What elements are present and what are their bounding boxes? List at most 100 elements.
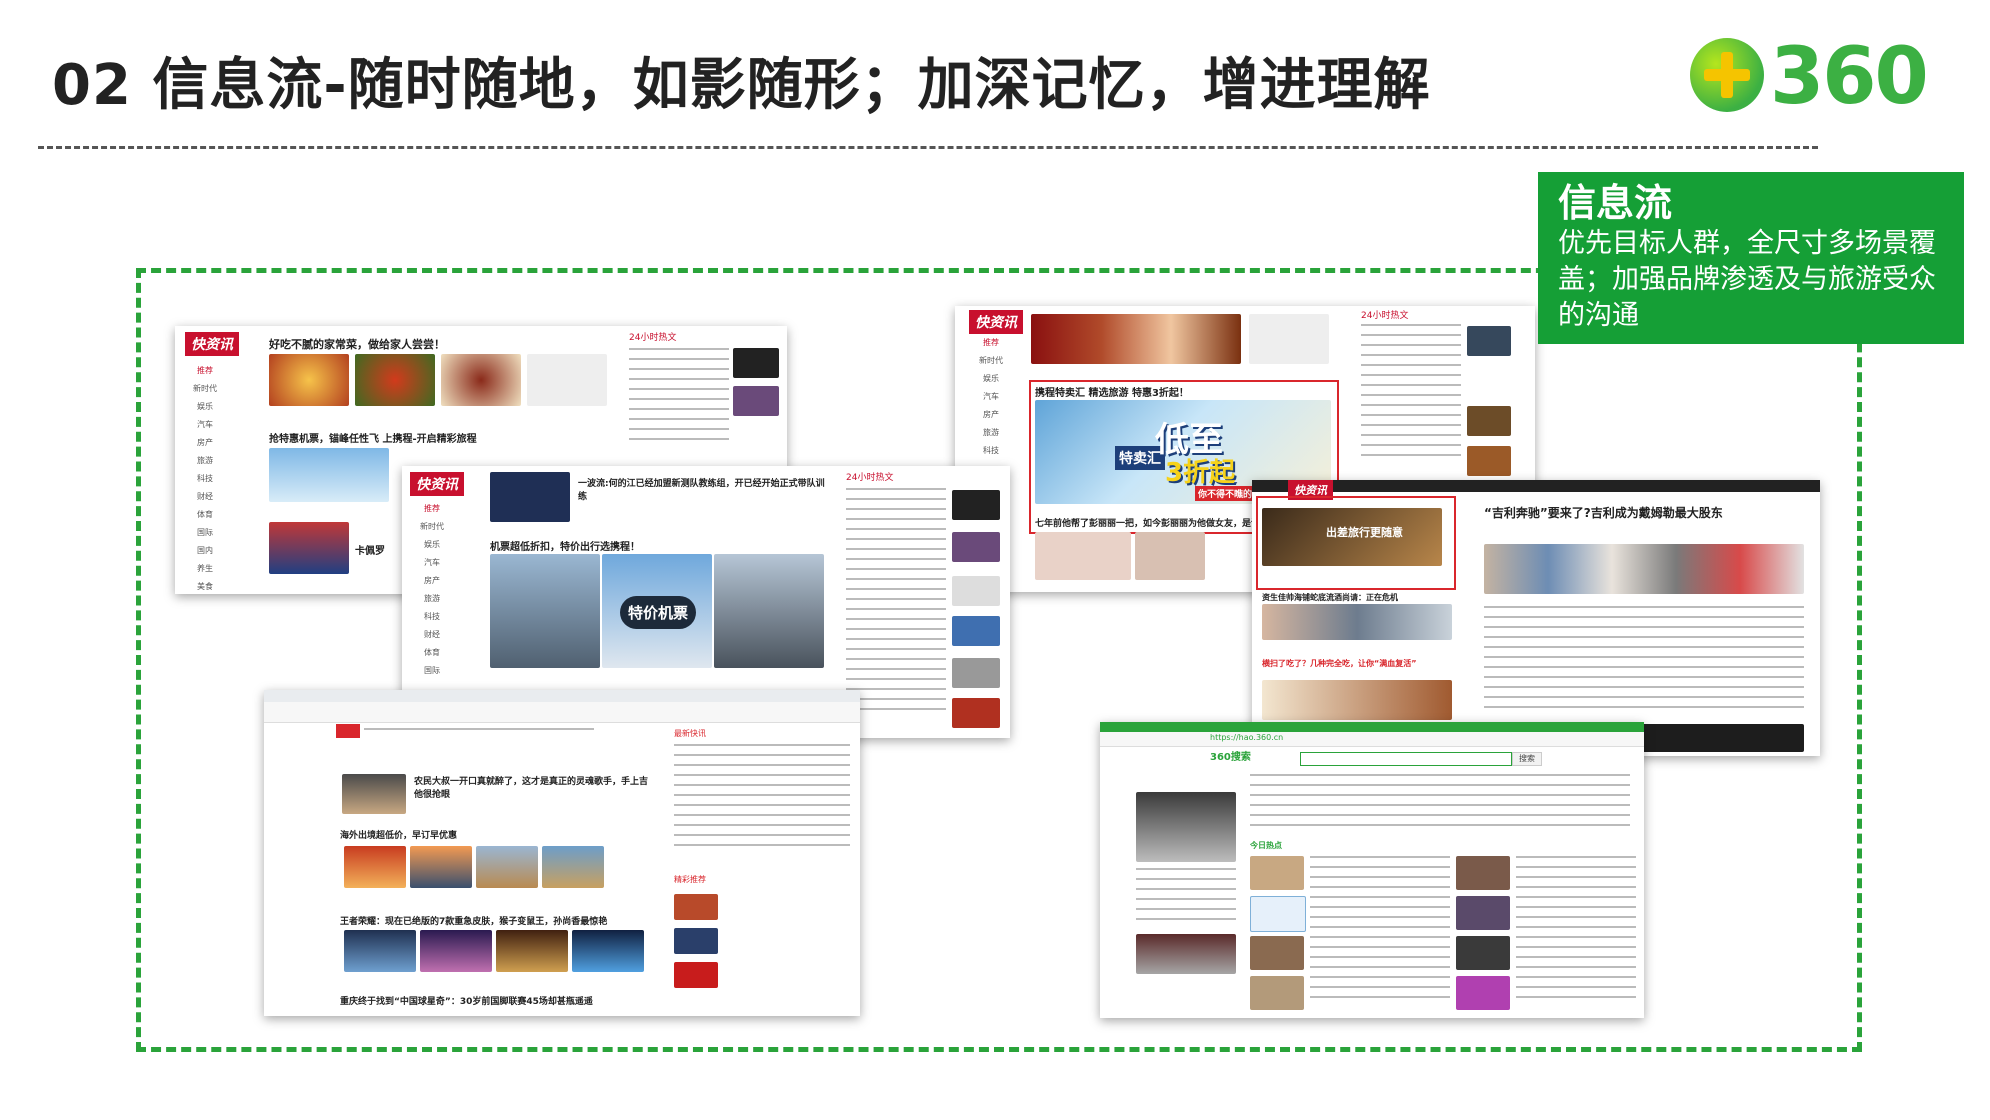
food-image (355, 354, 435, 406)
section-title: 今日热点 (1250, 841, 1282, 850)
travel-image (476, 846, 538, 888)
thumb (952, 698, 1000, 728)
screenshot-browser-6: https://hao.360.cn 360搜索 搜索 今日热点 (1100, 722, 1644, 1018)
thumb (1456, 976, 1510, 1010)
hot-title: 24小时热文 (1361, 311, 1409, 321)
thumb (1467, 406, 1511, 436)
article-text (1484, 606, 1804, 716)
headline[interactable]: 横扫了吃了？几种完全吃，让你“满血复活” (1262, 658, 1417, 669)
placeholder-image (527, 354, 607, 406)
thumb (1456, 896, 1510, 930)
plane-ad-image (714, 554, 824, 668)
side-item[interactable]: 旅游 (410, 590, 454, 608)
side-item[interactable]: 推荐 (410, 500, 454, 518)
headline[interactable]: 卡佩罗 (355, 542, 385, 557)
thumb (1250, 856, 1304, 890)
side-nav: 推荐 新时代 娱乐 汽车 房产 旅游 科技 (969, 334, 1013, 460)
food-image (1262, 680, 1452, 720)
side-title: 最新快讯 (674, 729, 706, 738)
side-item[interactable]: 娱乐 (969, 370, 1013, 388)
search-input[interactable] (1300, 752, 1512, 766)
callout-box: 信息流 优先目标人群，全尺寸多场景覆盖；加强品牌渗透及与旅游受众的沟通 (1538, 172, 1964, 344)
side-item[interactable]: 财经 (410, 626, 454, 644)
hot-title: 24小时热文 (846, 473, 894, 483)
headline[interactable]: 资生佳帅海铺蛇底流酒尚请：正在危机 (1262, 592, 1398, 603)
side-item[interactable]: 房产 (969, 406, 1013, 424)
side-item[interactable]: 科技 (183, 470, 227, 488)
side-item[interactable]: 推荐 (183, 362, 227, 380)
side-item[interactable]: 汽车 (183, 416, 227, 434)
headline[interactable]: 好吃不腻的家常菜，做给家人尝尝！ (269, 336, 445, 352)
thumb (1456, 856, 1510, 890)
side-item[interactable]: 汽车 (410, 554, 454, 572)
address-bar[interactable] (1100, 732, 1644, 747)
side-item[interactable]: 养生 (183, 560, 227, 578)
thumb (1467, 446, 1511, 476)
side-item[interactable]: 旅游 (969, 424, 1013, 442)
side-title: 精彩推荐 (674, 875, 706, 884)
thumb (674, 894, 718, 920)
site-links (1250, 774, 1630, 828)
food-image (269, 354, 349, 406)
headline[interactable]: 一波流:何的江已经加盟新测队教练组，开已经开始正式带队训练 (578, 476, 828, 502)
thumb (952, 490, 1000, 520)
thumb (952, 616, 1000, 646)
people-image (1031, 314, 1241, 364)
side-item[interactable]: 新时代 (183, 380, 227, 398)
side-item[interactable]: 娱乐 (410, 536, 454, 554)
side-item[interactable]: 国内 (183, 542, 227, 560)
headline[interactable]: 海外出境超低价，早订早优惠 (340, 828, 457, 841)
address-text[interactable]: https://hao.360.cn (1210, 732, 1283, 744)
side-item[interactable]: 美食 (183, 578, 227, 594)
ad-thumb (1250, 896, 1306, 932)
side-item[interactable]: 新时代 (969, 352, 1013, 370)
search-button[interactable]: 搜索 (1512, 752, 1542, 766)
thumb (1467, 326, 1511, 356)
side-item[interactable]: 汽车 (969, 388, 1013, 406)
headline[interactable]: 七年前他帮了彭丽丽一把，如今彭丽丽为他做女友，是谁 (1035, 516, 1260, 529)
nav-active-tab[interactable] (336, 724, 360, 738)
video-panel (1136, 934, 1236, 974)
game-image (420, 930, 492, 972)
headline[interactable]: 农民大叔一开口真就醉了，这才是真正的灵魂歌手，手上吉他很抢眼 (414, 774, 654, 800)
headline[interactable]: 抢特惠机票，锚峰任性飞 上携程-开启精彩旅程 (269, 430, 477, 445)
headline[interactable]: 王者荣耀：现在已绝版的7款重急皮肤，猴子变鼠王，孙尚香最惊艳 (340, 914, 607, 927)
side-item[interactable]: 推荐 (969, 334, 1013, 352)
article-title: “吉利奔驰”要来了?吉利成为戴姆勒最大股东 (1484, 506, 1723, 520)
portrait-image (1035, 532, 1131, 580)
side-item[interactable]: 房产 (410, 572, 454, 590)
360-logo: 360 (1690, 32, 1960, 122)
side-nav: 推荐 新时代 娱乐 汽车 房产 旅游 科技 财经 体育 国际 (410, 500, 454, 680)
car-strip-image (1484, 544, 1804, 594)
ad-small-text: 你不得不瞧的 (1195, 486, 1256, 501)
game-image (344, 930, 416, 972)
side-item[interactable]: 体育 (183, 506, 227, 524)
side-item[interactable]: 新时代 (410, 518, 454, 536)
ad-sub-text: 3折起 (1165, 458, 1236, 488)
side-item[interactable]: 旅游 (183, 452, 227, 470)
side-item[interactable]: 财经 (183, 488, 227, 506)
screenshot-feed-4: 快资讯 出差旅行更随意 资生佳帅海铺蛇底流酒尚请：正在危机 横扫了吃了？几种完全… (1252, 480, 1820, 756)
thumb (1250, 976, 1304, 1010)
headline[interactable]: 携程特卖汇 精选旅游 特惠3折起！ (1035, 384, 1189, 399)
screenshot-browser-5: 最新快讯 农民大叔一开口真就醉了，这才是真正的灵魂歌手，手上吉他很抢眼 海外出境… (264, 690, 860, 1016)
side-item[interactable]: 体育 (410, 644, 454, 662)
headline[interactable]: 重庆终于找到“中国球星奇”：30岁前国脚联赛45场却甚瓶遥遥 (340, 994, 593, 1007)
placeholder-image (1249, 314, 1329, 364)
thumb (1250, 936, 1304, 970)
travel-image (410, 846, 472, 888)
hot-title: 24小时热文 (629, 333, 677, 343)
brand-label: 快资讯 (185, 332, 239, 356)
thumb (952, 532, 1000, 562)
side-item[interactable]: 科技 (410, 608, 454, 626)
address-bar[interactable] (264, 702, 860, 723)
side-item[interactable]: 国际 (410, 662, 454, 680)
side-item[interactable]: 娱乐 (183, 398, 227, 416)
headline[interactable]: 机票超低折扣，特价出行选携程！ (490, 538, 640, 553)
side-item[interactable]: 房产 (183, 434, 227, 452)
side-item[interactable]: 国际 (183, 524, 227, 542)
travel-image (344, 846, 406, 888)
thumb (1456, 936, 1510, 970)
callout-heading: 信息流 (1558, 181, 1673, 225)
side-item[interactable]: 科技 (969, 442, 1013, 460)
